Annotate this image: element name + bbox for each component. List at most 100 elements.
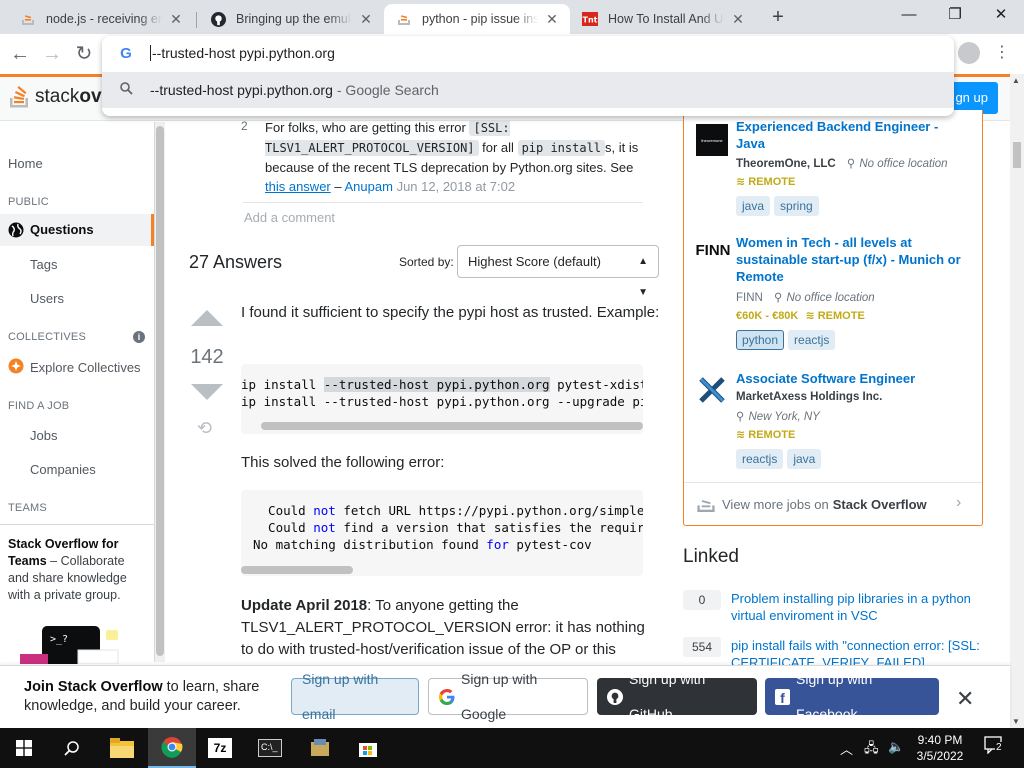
browser-tab-active[interactable]: python - pip issue installing ✕ <box>384 4 570 34</box>
company-logo <box>696 374 728 406</box>
company-logo: FINN <box>695 241 731 259</box>
more-jobs-link[interactable]: View more jobs on Stack Overflow <box>696 494 927 514</box>
chrome-icon[interactable] <box>148 728 196 768</box>
sidebar-item-jobs[interactable]: Jobs <box>30 428 57 443</box>
tab-title: How To Install And Use <box>608 12 724 26</box>
history-icon[interactable]: ⟲ <box>197 418 212 439</box>
sidebar-item-questions[interactable]: Questions <box>0 214 154 246</box>
tag[interactable]: java <box>787 449 822 469</box>
horizontal-scrollbar[interactable] <box>261 422 643 430</box>
signup-github-button[interactable]: Sign up with GitHub <box>597 671 757 722</box>
close-icon[interactable]: ✕ <box>956 686 974 712</box>
notifications-icon[interactable]: 2 <box>984 736 1006 758</box>
more-menu-icon[interactable]: ⋮ <box>994 40 1010 66</box>
sort-value: Highest Score (default) <box>468 254 601 269</box>
github-icon <box>607 688 623 705</box>
volume-icon[interactable]: 🔈 <box>888 739 904 755</box>
downvote-arrow-icon[interactable] <box>191 384 223 400</box>
job-meta: ≋ REMOTE <box>736 175 795 188</box>
job-location-row: ⚲ New York, NY <box>736 409 820 423</box>
code-text: ip install --trusted-host pypi.python.or… <box>241 394 643 409</box>
signup-google-button[interactable]: Sign up with Google <box>428 671 588 722</box>
address-bar[interactable]: G --trusted-host pypi.python.org <box>102 36 954 70</box>
browser-tab[interactable]: Tnt How To Install And Use ✕ <box>570 4 756 34</box>
app-icon[interactable] <box>296 728 344 768</box>
chevron-right-icon[interactable]: › <box>956 494 961 512</box>
close-tab-icon[interactable]: ✕ <box>168 11 184 28</box>
close-tab-icon[interactable]: ✕ <box>358 11 374 28</box>
network-icon[interactable]: 🖧 <box>864 739 879 761</box>
tag[interactable]: spring <box>774 196 819 216</box>
sort-select[interactable]: Highest Score (default) ▲ ▼ <box>457 245 659 298</box>
store-icon[interactable] <box>344 728 392 768</box>
linked-link[interactable]: Problem installing pip libraries in a py… <box>731 590 981 624</box>
windows-start-icon[interactable] <box>0 728 48 768</box>
upvote-arrow-icon[interactable] <box>191 310 223 326</box>
add-comment-link[interactable]: Add a comment <box>244 210 335 225</box>
company-name: MarketAxess Holdings Inc. <box>736 391 883 403</box>
sidebar-item-users[interactable]: Users <box>30 291 64 306</box>
scroll-up-icon[interactable]: ▲ <box>1012 76 1020 85</box>
job-title[interactable]: Experienced Backend Engineer - Java <box>736 118 966 152</box>
search-suggestion[interactable]: --trusted-host pypi.python.org - Google … <box>102 72 954 108</box>
so-logo[interactable]: stack ove <box>8 83 112 111</box>
browser-tab[interactable]: Bringing up the emulator ✕ <box>198 4 384 34</box>
minimize-icon[interactable]: — <box>886 0 932 30</box>
more-jobs-text: View more jobs on <box>722 496 829 512</box>
join-title: Join Stack Overflow <box>24 679 163 695</box>
inline-code: pip install <box>517 140 606 156</box>
tag[interactable]: python <box>736 330 785 350</box>
restore-icon[interactable]: ❐ <box>932 0 978 30</box>
file-explorer-icon[interactable] <box>98 728 146 768</box>
reload-icon[interactable]: ↻ <box>70 40 98 68</box>
terminal-icon[interactable]: C:\_ <box>246 728 294 768</box>
profile-avatar[interactable] <box>958 42 980 64</box>
search-icon[interactable] <box>48 728 96 768</box>
signup-facebook-button[interactable]: f Sign up with Facebook <box>765 671 939 722</box>
answer-paragraph: This solved the following error: <box>241 454 445 471</box>
back-arrow-icon[interactable]: ← <box>6 40 34 68</box>
job-title[interactable]: Associate Software Engineer <box>736 370 966 387</box>
text-cursor <box>150 45 151 61</box>
page-scrollbar[interactable]: ▲ ▼ <box>1010 74 1024 728</box>
sidebar-scrollbar[interactable] <box>155 122 165 662</box>
comment-user[interactable]: Anupam <box>345 179 393 194</box>
tag[interactable]: reactjs <box>736 449 784 469</box>
scrollbar-thumb[interactable] <box>156 126 164 656</box>
sidebar-item-companies[interactable]: Companies <box>30 462 96 477</box>
new-tab-button[interactable]: + <box>766 4 790 30</box>
close-tab-icon[interactable]: ✕ <box>544 11 560 28</box>
job-title[interactable]: Women in Tech - all levels at sustainabl… <box>736 234 966 285</box>
code-content: Could not fetch URL https://pypi.python.… <box>241 490 643 553</box>
sidebar-heading-public: PUBLIC <box>8 196 49 208</box>
signup-email-button[interactable]: Sign up with email <box>291 671 419 722</box>
job-location: New York, NY <box>748 411 820 423</box>
close-tab-icon[interactable]: ✕ <box>730 11 746 28</box>
info-icon[interactable]: i <box>133 331 145 343</box>
clock[interactable]: 9:40 PM 3/5/2022 <box>910 732 970 764</box>
sidebar-item-tags[interactable]: Tags <box>30 257 57 272</box>
scroll-down-icon[interactable]: ▼ <box>1012 717 1020 726</box>
code-keyword: not <box>313 520 336 535</box>
chevron-up-icon[interactable]: ︿ <box>840 739 853 758</box>
remote-badge: REMOTE <box>817 310 865 322</box>
scrollbar-thumb[interactable] <box>1013 142 1021 168</box>
7zip-icon[interactable]: 7z <box>196 728 244 768</box>
sidebar-item-explore-collectives[interactable]: Explore Collectives <box>30 360 141 375</box>
code-text: pytest-cov <box>508 537 592 552</box>
tab-strip: node.js - receiving error ✕ Bringing up … <box>0 0 1024 34</box>
sidebar-item-home[interactable]: Home <box>8 156 43 171</box>
horizontal-scrollbar[interactable] <box>241 566 353 574</box>
browser-tab[interactable]: node.js - receiving error ✕ <box>8 4 194 34</box>
address-input-text[interactable]: --trusted-host pypi.python.org <box>152 45 335 61</box>
close-window-icon[interactable]: ✕ <box>978 0 1024 30</box>
divider <box>684 482 982 483</box>
tag[interactable]: java <box>736 196 771 216</box>
comment-score: 2 <box>241 119 248 133</box>
tag[interactable]: reactjs <box>788 330 836 350</box>
jobs-panel: theoremone Experienced Backend Engineer … <box>683 110 983 526</box>
comment-link[interactable]: this answer <box>265 179 331 194</box>
forward-arrow-icon[interactable]: → <box>38 40 66 68</box>
google-icon: G <box>120 44 132 62</box>
sidebar-heading-teams: TEAMS <box>8 502 47 514</box>
